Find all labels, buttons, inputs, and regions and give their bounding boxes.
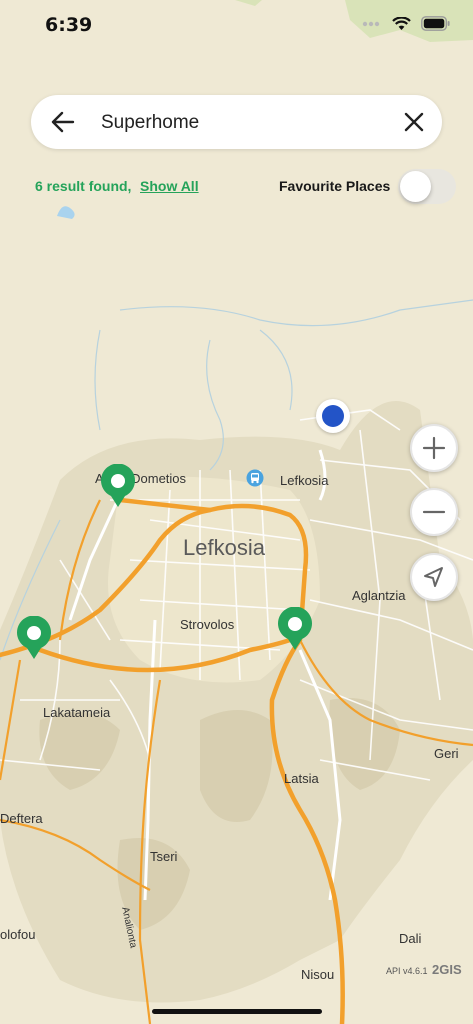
map-label-nisou: Nisou (301, 967, 335, 982)
result-pin[interactable] (100, 464, 136, 508)
search-input[interactable] (99, 103, 383, 143)
map-canvas[interactable] (0, 0, 473, 1024)
toggle-knob (400, 171, 431, 202)
cellular-signal-icon (362, 21, 380, 26)
2gis-logo[interactable]: 2GIS (432, 962, 462, 977)
map-label-aglantzia: Aglantzia (352, 588, 406, 603)
favourite-places-label: Favourite Places (279, 178, 391, 194)
result-pin[interactable] (16, 616, 52, 660)
map-label-lakatameia: Lakatameia (43, 705, 111, 720)
back-arrow-icon[interactable] (49, 108, 77, 136)
navigation-arrow-icon (424, 567, 443, 587)
map-label-lefkosia: Lefkosia (183, 535, 265, 560)
map-label-olofou: olofou (0, 927, 36, 942)
plus-icon (422, 436, 446, 460)
results-summary: 6 result found, Show All (35, 178, 199, 194)
map-label-latsia: Latsia (284, 771, 319, 786)
home-indicator[interactable] (152, 1009, 322, 1014)
user-location-marker (316, 399, 350, 433)
minus-icon (422, 510, 446, 514)
zoom-out-button[interactable] (410, 488, 458, 536)
api-version: API v4.6.1 (386, 966, 428, 976)
map-label-strovolos: Strovolos (180, 617, 235, 632)
map-label-dali: Dali (399, 931, 422, 946)
show-all-link[interactable]: Show All (140, 178, 199, 194)
results-count-text: 6 result found, (35, 178, 132, 194)
zoom-in-button[interactable] (410, 424, 458, 472)
favourite-places-toggle[interactable] (398, 169, 456, 204)
map-label-deftera: Deftera (0, 811, 43, 826)
battery-icon (421, 16, 450, 31)
map-label-lefkosia-small: Lefkosia (280, 473, 329, 488)
search-bar (31, 95, 442, 149)
my-location-button[interactable] (410, 553, 458, 601)
status-time: 6:39 (45, 14, 93, 36)
wifi-icon (392, 16, 411, 30)
close-icon[interactable] (400, 108, 428, 136)
result-pin[interactable] (277, 607, 313, 651)
bus-stop-icon (246, 469, 264, 487)
map-label-tseri: Tseri (150, 849, 178, 864)
status-bar: 6:39 (0, 0, 473, 52)
map-label-geri: Geri (434, 746, 459, 761)
